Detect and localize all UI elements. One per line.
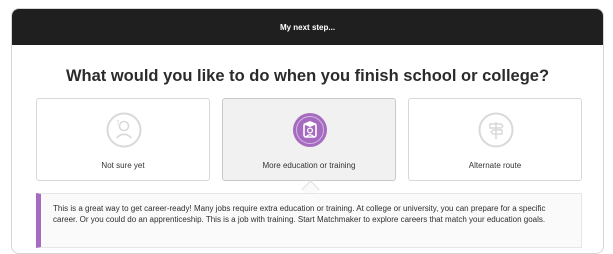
header-title: My next step...: [279, 22, 336, 32]
header-bar: My next step...: [12, 9, 603, 45]
svg-text:?: ?: [116, 119, 120, 127]
option-label: More education or training: [262, 161, 356, 170]
option-more-education[interactable]: More education or training: [222, 98, 396, 181]
info-text: This is a great way to get career-ready!…: [53, 204, 546, 224]
next-step-card: My next step... What would you like to d…: [11, 8, 604, 254]
info-panel: This is a great way to get career-ready!…: [36, 193, 582, 248]
question-heading: What would you like to do when you finis…: [65, 67, 550, 85]
option-label: Not sure yet: [101, 161, 145, 170]
person-question-icon: ?: [106, 112, 142, 148]
option-alternate-route[interactable]: Alternate route: [408, 98, 582, 181]
option-label: Alternate route: [468, 161, 522, 170]
graduate-icon: [292, 112, 328, 148]
option-not-sure-yet[interactable]: ? Not sure yet: [36, 98, 210, 181]
signpost-icon: [478, 112, 514, 148]
